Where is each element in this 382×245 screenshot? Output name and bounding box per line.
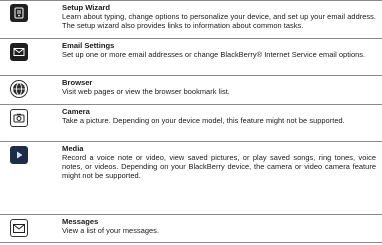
browser-icon xyxy=(10,80,28,98)
item-description: Learn about typing, change options to pe… xyxy=(62,12,376,31)
help-list: Setup Wizard Learn about typing, change … xyxy=(0,0,382,243)
item-description: Set up one or more email addresses or ch… xyxy=(62,50,366,59)
list-item-setup-wizard[interactable]: Setup Wizard Learn about typing, change … xyxy=(0,0,382,39)
item-title: Email Settings xyxy=(62,41,115,50)
item-title: Camera xyxy=(62,107,90,116)
list-item-camera[interactable]: Camera Take a picture. Depending on your… xyxy=(0,105,382,142)
list-item-messages[interactable]: Messages View a list of your messages. xyxy=(0,215,382,243)
item-description: View a list of your messages. xyxy=(62,226,160,235)
setup-wizard-icon xyxy=(10,4,28,22)
item-description: Take a picture. Depending on your device… xyxy=(62,116,345,125)
email-settings-icon xyxy=(10,43,28,61)
list-item-email-settings[interactable]: Email Settings Set up one or more email … xyxy=(0,39,382,76)
list-item-media[interactable]: Media Record a voice note or video, view… xyxy=(0,142,382,215)
messages-icon xyxy=(10,219,28,237)
item-title: Browser xyxy=(62,78,93,87)
camera-icon xyxy=(10,109,28,127)
media-icon xyxy=(10,146,28,164)
item-description: Record a voice note or video, view saved… xyxy=(62,153,376,181)
list-item-browser[interactable]: Browser Visit web pages or view the brow… xyxy=(0,76,382,105)
item-description: Visit web pages or view the browser book… xyxy=(62,87,230,96)
item-title: Media xyxy=(62,144,84,153)
item-title: Messages xyxy=(62,217,99,226)
item-title: Setup Wizard xyxy=(62,3,111,12)
